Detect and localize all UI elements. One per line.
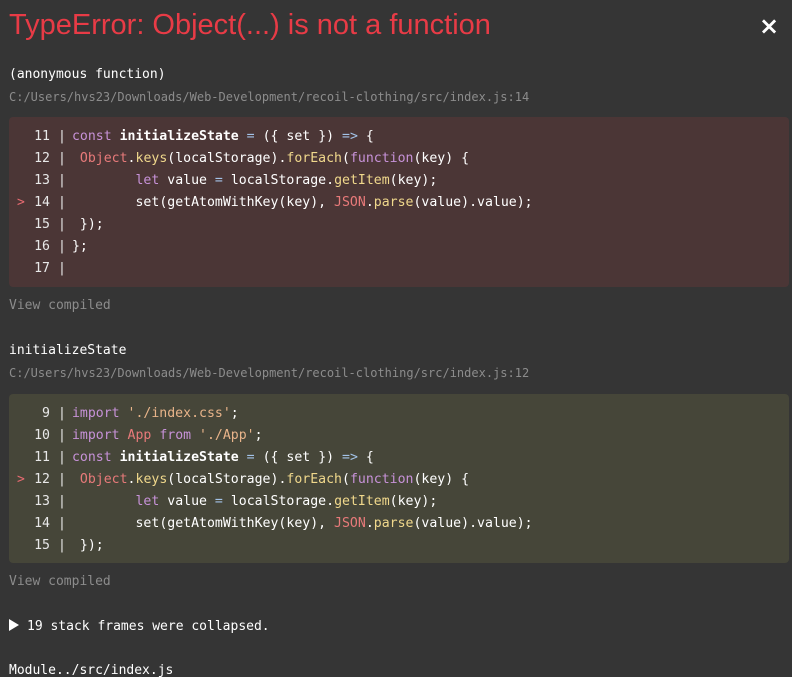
expand-triangle-icon	[9, 619, 19, 631]
gutter-divider: |	[58, 195, 66, 210]
code-snippet-context: 9 | import './index.css'; 10 | import App fro…	[9, 394, 789, 563]
line-number: 17	[34, 261, 50, 276]
line-number: 9	[42, 406, 50, 421]
line-source: const initializeState = ({ set }) => {	[71, 129, 374, 144]
view-compiled-link[interactable]: View compiled	[9, 297, 111, 315]
line-source: import './index.css';	[71, 406, 239, 421]
gutter-divider: |	[58, 428, 66, 443]
line-source: };	[71, 239, 88, 254]
code-snippet-error: 11 | const initializeState = ({ set }) => …	[9, 117, 789, 287]
line-number: 15	[34, 538, 50, 553]
code-line: 12 | Object.keys(localStorage).forEach(fu…	[9, 148, 789, 170]
collapsed-frames-label: 19 stack frames were collapsed.	[27, 619, 270, 634]
gutter-divider: |	[58, 472, 66, 487]
code-line: 17 |	[9, 258, 789, 280]
code-line: 11 | const initializeState = ({ set }) => …	[9, 126, 789, 148]
line-source: Object.keys(localStorage).forEach(functi…	[79, 472, 470, 487]
line-marker: >	[17, 195, 25, 210]
frame-file-path: C:/Users/hvs23/Downloads/Web-Development…	[9, 90, 530, 104]
code-line: 16 |};	[9, 236, 789, 258]
line-source: Object.keys(localStorage).forEach(functi…	[79, 151, 470, 166]
gutter-divider: |	[58, 173, 66, 188]
line-number: 15	[34, 217, 50, 232]
line-source: let value = localStorage.getItem(key);	[135, 494, 438, 509]
frame-function-name: (anonymous function)	[9, 67, 166, 82]
code-line: >12 | Object.keys(localStorage).forEach(f…	[9, 469, 789, 491]
gutter-divider: |	[58, 494, 66, 509]
gutter-divider: |	[58, 450, 66, 465]
line-number: 12	[34, 472, 50, 487]
code-line: 10 | import App from './App';	[9, 425, 789, 447]
line-source: const initializeState = ({ set }) => {	[71, 450, 374, 465]
gutter-divider: |	[58, 261, 66, 276]
frame-function-name: initializeState	[9, 343, 127, 358]
code-line: 15 | });	[9, 214, 789, 236]
gutter-divider: |	[58, 538, 66, 553]
code-line: >14 | set(getAtomWithKey(key), JSON.parse…	[9, 192, 789, 214]
line-number: 11	[34, 450, 50, 465]
line-number: 12	[34, 151, 50, 166]
close-icon[interactable]: ×	[757, 12, 781, 40]
line-source: });	[79, 217, 104, 232]
code-line: 9 | import './index.css';	[9, 403, 789, 425]
line-number: 13	[34, 173, 50, 188]
line-number: 10	[34, 428, 50, 443]
view-compiled-link[interactable]: View compiled	[9, 573, 111, 591]
gutter-divider: |	[58, 516, 66, 531]
gutter-divider: |	[58, 151, 66, 166]
line-number: 11	[34, 129, 50, 144]
line-number: 16	[34, 239, 50, 254]
gutter-divider: |	[58, 406, 66, 421]
line-source: });	[79, 538, 104, 553]
gutter-divider: |	[58, 129, 66, 144]
collapsed-frames-toggle[interactable]: 19 stack frames were collapsed.	[9, 618, 270, 636]
line-number: 14	[34, 195, 50, 210]
gutter-divider: |	[58, 217, 66, 232]
line-source: let value = localStorage.getItem(key);	[135, 173, 438, 188]
line-source: import App from './App';	[71, 428, 263, 443]
code-line: 13 | let value = localStorage.getItem(key…	[9, 170, 789, 192]
line-number: 13	[34, 494, 50, 509]
code-line: 13 | let value = localStorage.getItem(key…	[9, 491, 789, 513]
gutter-divider: |	[58, 239, 66, 254]
code-line: 14 | set(getAtomWithKey(key), JSON.parse(…	[9, 513, 789, 535]
line-number: 14	[34, 516, 50, 531]
error-title: TypeError: Object(...) is not a function	[9, 9, 491, 41]
line-source: set(getAtomWithKey(key), JSON.parse(valu…	[135, 195, 533, 210]
next-frame-function-name: Module../src/index.js	[9, 663, 174, 677]
code-line: 11 | const initializeState = ({ set }) => …	[9, 447, 789, 469]
code-line: 15 | });	[9, 535, 789, 557]
line-source: set(getAtomWithKey(key), JSON.parse(valu…	[135, 516, 533, 531]
line-marker: >	[17, 472, 25, 487]
frame-file-path: C:/Users/hvs23/Downloads/Web-Development…	[9, 366, 530, 380]
